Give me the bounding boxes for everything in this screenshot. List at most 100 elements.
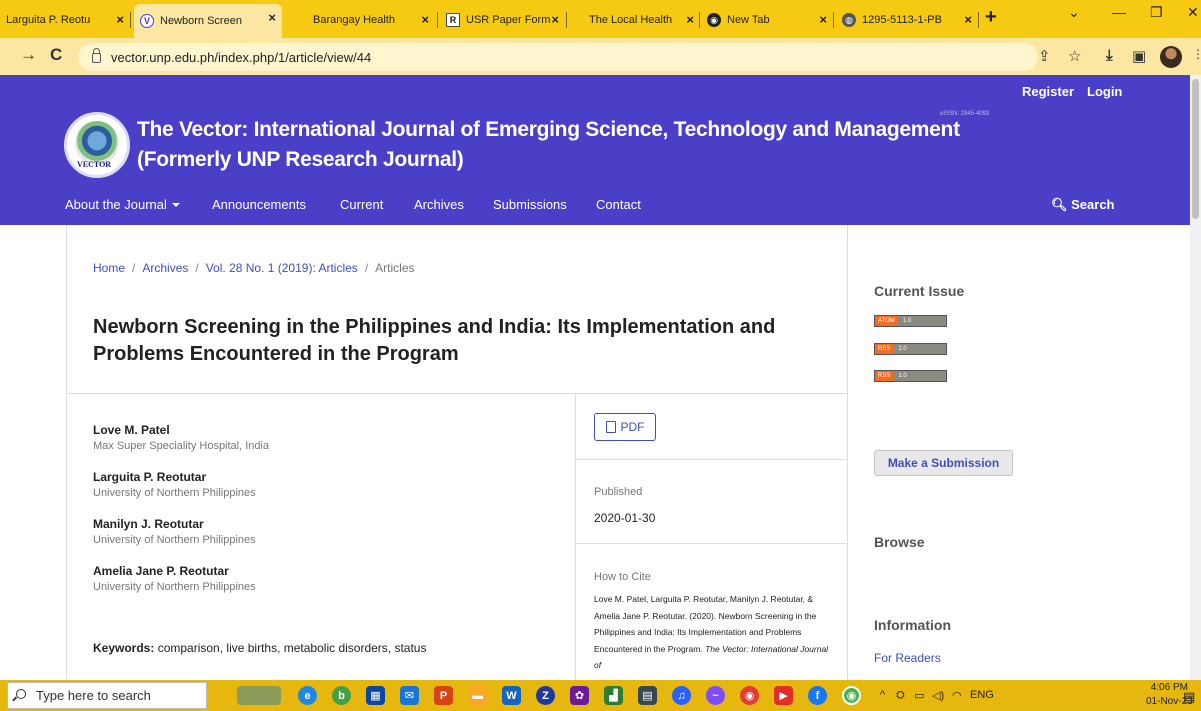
author-name: Manilyn J. Reotutar bbox=[93, 517, 204, 531]
search-icon bbox=[16, 689, 26, 699]
restore-button[interactable]: ❐ bbox=[1150, 4, 1163, 21]
facebook-icon[interactable]: f bbox=[808, 686, 827, 705]
tab-new-tab[interactable]: ◉ New Tab × bbox=[701, 6, 833, 34]
calculator-icon[interactable]: ▤ bbox=[638, 686, 657, 705]
breadcrumb-issue[interactable]: Vol. 28 No. 1 (2019): Articles bbox=[206, 261, 358, 275]
nav-contact[interactable]: Contact bbox=[596, 197, 641, 212]
published-label: Published bbox=[594, 486, 643, 498]
author-item: Larguita P. Reotutar University of North… bbox=[93, 470, 256, 499]
column-divider bbox=[575, 394, 576, 680]
rss1-feed-link[interactable]: RSS 1.0 bbox=[874, 370, 947, 382]
scrollbar-thumb[interactable] bbox=[1192, 79, 1199, 219]
nav-announcements[interactable]: Announcements bbox=[212, 197, 306, 212]
page-scrollbar[interactable] bbox=[1190, 75, 1201, 680]
breadcrumb-separator: / bbox=[195, 261, 199, 275]
music-app-icon[interactable]: ♫ bbox=[672, 686, 691, 705]
site-title[interactable]: The Vector: International Journal of Eme… bbox=[137, 115, 960, 175]
rss2-feed-link[interactable]: RSS 2.0 bbox=[874, 343, 947, 355]
close-icon[interactable]: × bbox=[964, 12, 972, 27]
author-item: Manilyn J. Reotutar University of Northe… bbox=[93, 517, 256, 546]
tab-local-health[interactable]: The Local Health × bbox=[575, 6, 700, 34]
download-icon[interactable]: ⤓ bbox=[1106, 47, 1113, 64]
close-icon[interactable]: × bbox=[819, 12, 827, 27]
side-panel-icon[interactable]: ▣ bbox=[1132, 47, 1146, 65]
zoom-icon[interactable]: Z bbox=[536, 686, 555, 705]
close-icon[interactable]: × bbox=[686, 12, 694, 27]
mail-icon[interactable]: ✉ bbox=[400, 686, 419, 705]
nav-current[interactable]: Current bbox=[340, 197, 383, 212]
atom-feed-link[interactable]: ATOM 1.0 bbox=[874, 315, 947, 327]
keywords: Keywords: comparison, live births, metab… bbox=[93, 641, 426, 655]
volume-icon[interactable]: ◁) bbox=[932, 689, 944, 702]
close-window-button[interactable]: ✕ bbox=[1187, 4, 1199, 21]
language-indicator[interactable]: ENG bbox=[970, 689, 994, 701]
wifi-icon[interactable]: ◠ bbox=[952, 689, 962, 702]
nav-about[interactable]: About the Journal bbox=[65, 197, 180, 212]
tab-title: Barangay Health bbox=[313, 14, 395, 26]
nav-archives[interactable]: Archives bbox=[414, 197, 464, 212]
pdf-download-button[interactable]: PDF bbox=[594, 413, 656, 441]
tray-chevron-icon[interactable]: ^ bbox=[880, 689, 885, 701]
edge-browser-icon[interactable]: e bbox=[298, 686, 317, 705]
make-submission-button[interactable]: Make a Submission bbox=[874, 450, 1013, 476]
pdf-file-icon bbox=[605, 421, 616, 433]
chrome-active-icon[interactable]: ◉ bbox=[842, 686, 861, 705]
citation-text: Love M. Patel, Larguita P. Reotutar, Man… bbox=[594, 591, 834, 680]
photos-icon[interactable]: ✿ bbox=[570, 686, 589, 705]
site-title-line1: The Vector: International Journal of Eme… bbox=[137, 118, 960, 141]
author-affiliation: Max Super Speciality Hospital, India bbox=[93, 440, 270, 452]
globe-emblem-icon bbox=[75, 121, 119, 165]
tab-newborn-screening[interactable]: V Newborn Screen × bbox=[134, 4, 282, 38]
battery-icon[interactable]: ▭ bbox=[914, 689, 924, 702]
file-explorer-icon[interactable]: ▬ bbox=[468, 686, 487, 705]
url-text[interactable]: vector.unp.edu.ph/index.php/1/article/vi… bbox=[111, 50, 371, 65]
share-icon[interactable]: ⇪ bbox=[1038, 47, 1051, 65]
close-icon[interactable]: × bbox=[551, 12, 559, 27]
forward-icon[interactable]: → bbox=[20, 45, 37, 65]
register-link[interactable]: Register bbox=[1022, 84, 1074, 99]
close-icon[interactable]: × bbox=[116, 12, 124, 27]
for-readers-link[interactable]: For Readers bbox=[874, 651, 941, 665]
tab-larguita[interactable]: Larguita P. Reotu × bbox=[0, 6, 130, 34]
login-link[interactable]: Login bbox=[1087, 84, 1122, 99]
bookmark-star-icon[interactable]: ☆ bbox=[1068, 47, 1081, 65]
chrome-icon: ◉ bbox=[707, 13, 721, 27]
breadcrumb-archives[interactable]: Archives bbox=[142, 261, 188, 275]
taskbar-search-box[interactable]: Type here to search bbox=[7, 682, 207, 709]
tab-barangay-health[interactable]: Barangay Health × bbox=[295, 6, 435, 34]
close-icon[interactable]: × bbox=[268, 10, 276, 25]
divider bbox=[67, 393, 848, 394]
published-date: 2020-01-30 bbox=[594, 511, 656, 525]
divider bbox=[576, 543, 848, 544]
minimize-button[interactable]: — bbox=[1112, 4, 1126, 20]
close-icon[interactable]: × bbox=[421, 12, 429, 27]
menu-kebab-icon[interactable]: ⋮ bbox=[1192, 47, 1201, 61]
sticky-notes-icon[interactable]: ▟ bbox=[604, 686, 623, 705]
tab-usr-paper[interactable]: R USR Paper Form × bbox=[440, 6, 565, 34]
tab-pdf-1295[interactable]: ◍ 1295-5113-1-PB × bbox=[836, 6, 978, 34]
profile-avatar[interactable] bbox=[1160, 46, 1182, 68]
news-widget-icon[interactable] bbox=[237, 686, 281, 705]
onedrive-icon[interactable]: ⛭ bbox=[896, 689, 905, 702]
globe-icon: ◍ bbox=[842, 13, 856, 27]
author-name: Amelia Jane P. Reotutar bbox=[93, 564, 229, 578]
messenger-icon[interactable]: ~ bbox=[706, 686, 725, 705]
tab-title: New Tab bbox=[727, 14, 770, 26]
nav-submissions[interactable]: Submissions bbox=[493, 197, 567, 212]
new-tab-button[interactable]: + bbox=[985, 6, 997, 29]
journal-logo[interactable]: VECTOR bbox=[64, 112, 130, 178]
windows-taskbar: Type here to search e b ▦ ✉ P ▬ W Z ✿ ▟ … bbox=[0, 680, 1201, 711]
chrome-taskbar-icon[interactable]: ◉ bbox=[740, 686, 759, 705]
address-bar[interactable]: vector.unp.edu.ph/index.php/1/article/vi… bbox=[78, 43, 1038, 71]
search-link[interactable]: 🔍︎ Search bbox=[1051, 197, 1115, 213]
youtube-icon[interactable]: ▶ bbox=[774, 686, 793, 705]
notification-icon[interactable]: ▤ bbox=[1183, 689, 1195, 705]
calculator-app-icon[interactable]: ▦ bbox=[366, 686, 385, 705]
breadcrumb-home[interactable]: Home bbox=[93, 261, 125, 275]
store-icon[interactable]: b bbox=[332, 686, 351, 705]
word-icon[interactable]: W bbox=[502, 686, 521, 705]
reload-icon[interactable]: C bbox=[50, 45, 62, 65]
feed-type: RSS bbox=[875, 344, 894, 354]
powerpoint-icon[interactable]: P bbox=[434, 686, 453, 705]
tab-search-chevron-icon[interactable]: ⌄ bbox=[1068, 4, 1080, 21]
